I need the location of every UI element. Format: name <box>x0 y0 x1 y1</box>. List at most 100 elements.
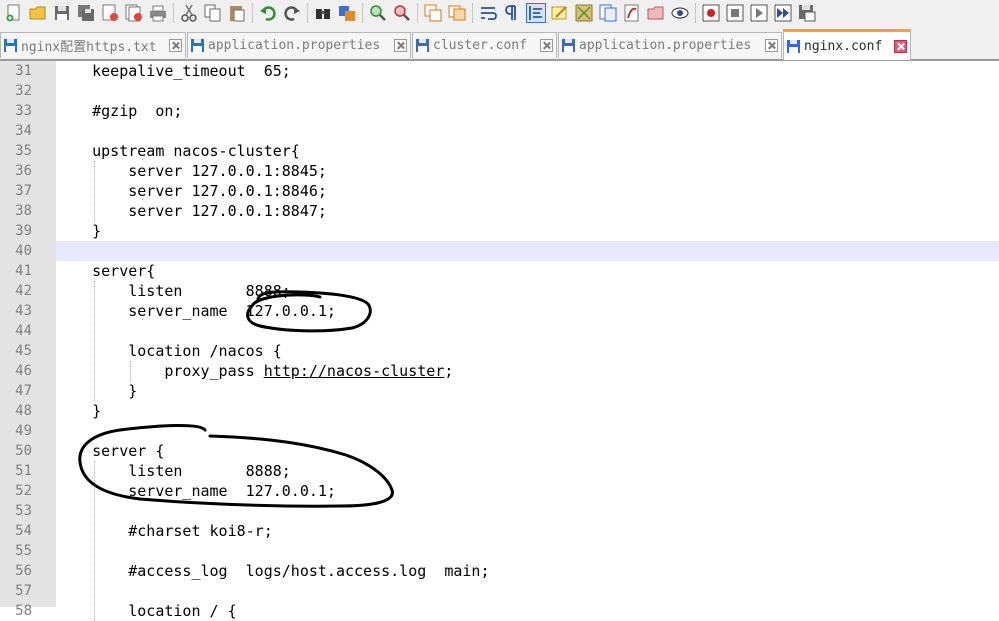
line-text[interactable]: server { <box>56 441 164 461</box>
line-text[interactable]: proxy_pass http://nacos-cluster; <box>56 361 453 381</box>
monitor-icon[interactable] <box>670 3 690 23</box>
line-text[interactable]: keepalive_timeout 65; <box>56 61 291 81</box>
line-text[interactable]: location / { <box>56 601 236 621</box>
line-number: 38 <box>15 203 32 219</box>
close-tab-icon[interactable] <box>169 39 182 52</box>
sync-vertical-icon[interactable] <box>423 3 443 23</box>
line-text[interactable]: location /nacos { <box>56 341 282 361</box>
line-number: 40 <box>15 243 32 259</box>
close-all-icon[interactable] <box>124 3 144 23</box>
close-tab-icon[interactable] <box>540 39 553 52</box>
line-text[interactable]: #access_log logs/host.access.log main; <box>56 561 489 581</box>
line-text[interactable]: listen 8888; <box>56 461 291 481</box>
code-line[interactable]: 40 <box>0 241 999 261</box>
code-line[interactable]: 46 proxy_pass http://nacos-cluster; <box>0 361 999 381</box>
code-editor[interactable]: 31 keepalive_timeout 65; 32 33 #gzip on; 34… <box>0 61 999 621</box>
redo-icon[interactable] <box>282 3 302 23</box>
code-line[interactable]: 44 <box>0 321 999 341</box>
open-file-icon[interactable] <box>28 3 48 23</box>
code-line[interactable]: 31 keepalive_timeout 65; <box>0 61 999 81</box>
code-line[interactable]: 53 <box>0 501 999 521</box>
save-macro-icon[interactable] <box>797 3 817 23</box>
code-line[interactable]: 47 } <box>0 381 999 401</box>
code-line[interactable]: 48 } <box>0 401 999 421</box>
code-line[interactable]: 56 #access_log logs/host.access.log main… <box>0 561 999 581</box>
line-text[interactable]: listen 8888; <box>56 281 291 301</box>
code-line[interactable]: 35 upstream nacos-cluster{ <box>0 141 999 161</box>
line-number: 49 <box>15 423 32 439</box>
code-line[interactable]: 38 server 127.0.0.1:8847; <box>0 201 999 221</box>
code-line[interactable]: 37 server 127.0.0.1:8846; <box>0 181 999 201</box>
code-line[interactable]: 58 location / { <box>0 601 999 621</box>
code-line[interactable]: 39 } <box>0 221 999 241</box>
word-wrap-icon[interactable] <box>478 3 498 23</box>
record-macro-icon[interactable] <box>701 3 721 23</box>
code-line[interactable]: 55 <box>0 541 999 561</box>
undo-icon[interactable] <box>258 3 278 23</box>
folder-workspace-icon[interactable] <box>622 3 642 23</box>
zoom-in-icon[interactable] <box>368 3 388 23</box>
code-line[interactable]: 54 #charset koi8-r; <box>0 521 999 541</box>
tab-label: application.properties <box>579 38 752 53</box>
paste-icon[interactable] <box>227 3 247 23</box>
code-line[interactable]: 52 server_name 127.0.0.1; <box>0 481 999 501</box>
play-macro-icon[interactable] <box>749 3 769 23</box>
line-text[interactable]: server 127.0.0.1:8845; <box>56 161 327 181</box>
code-line[interactable]: 42 listen 8888; <box>0 281 999 301</box>
close-tab-icon[interactable] <box>394 39 407 52</box>
line-text[interactable]: } <box>56 401 101 421</box>
line-text[interactable]: #charset koi8-r; <box>56 521 273 541</box>
code-line[interactable]: 51 listen 8888; <box>0 461 999 481</box>
code-line[interactable]: 41 server{ <box>0 261 999 281</box>
copy-icon[interactable] <box>203 3 223 23</box>
code-line[interactable]: 49 <box>0 421 999 441</box>
code-line[interactable]: 34 <box>0 121 999 141</box>
find-icon[interactable] <box>313 3 333 23</box>
save-all-icon[interactable] <box>76 3 96 23</box>
tab-application-properties-1[interactable]: application.properties <box>187 32 411 58</box>
project-panel-icon[interactable] <box>646 3 666 23</box>
url-link[interactable]: http://nacos-cluster <box>264 362 445 380</box>
line-text[interactable]: server 127.0.0.1:8846; <box>56 181 327 201</box>
show-all-chars-icon[interactable] <box>502 3 522 23</box>
code-line[interactable]: 57 <box>0 581 999 601</box>
line-text[interactable]: } <box>56 381 137 401</box>
tab-cluster-conf[interactable]: cluster.conf <box>412 32 557 58</box>
run-macro-multiple-icon[interactable] <box>773 3 793 23</box>
zoom-out-icon[interactable] <box>392 3 412 23</box>
code-line[interactable]: 32 <box>0 81 999 101</box>
cut-icon[interactable] <box>179 3 199 23</box>
tab-application-properties-2[interactable]: application.properties <box>558 32 782 58</box>
code-line[interactable]: 50 server { <box>0 441 999 461</box>
code-line[interactable]: 43 server_name 127.0.0.1; <box>0 301 999 321</box>
close-tab-icon[interactable] <box>765 39 778 52</box>
code-line[interactable]: 36 server 127.0.0.1:8845; <box>0 161 999 181</box>
line-number: 33 <box>15 103 32 119</box>
code-line[interactable]: 45 location /nacos { <box>0 341 999 361</box>
line-number: 36 <box>15 163 32 179</box>
line-text[interactable]: upstream nacos-cluster{ <box>56 141 300 161</box>
close-icon[interactable] <box>100 3 120 23</box>
line-text[interactable]: server_name 127.0.0.1; <box>56 301 336 321</box>
sync-horizontal-icon[interactable] <box>447 3 467 23</box>
save-icon[interactable] <box>52 3 72 23</box>
user-language-icon[interactable] <box>550 3 570 23</box>
tab-nginx-https-txt[interactable]: nginx配置https.txt <box>0 32 186 58</box>
tab-nginx-conf[interactable]: nginx.conf <box>783 29 911 60</box>
line-number: 39 <box>15 223 32 239</box>
stop-record-icon[interactable] <box>725 3 745 23</box>
line-text[interactable]: server{ <box>56 261 155 281</box>
print-icon[interactable] <box>148 3 168 23</box>
function-list-icon[interactable] <box>598 3 618 23</box>
line-text[interactable]: server 127.0.0.1:8847; <box>56 201 327 221</box>
close-tab-icon[interactable] <box>894 39 907 53</box>
line-text[interactable]: #gzip on; <box>56 101 182 121</box>
replace-icon[interactable] <box>337 3 357 23</box>
line-text[interactable]: server_name 127.0.0.1; <box>56 481 336 501</box>
indent-guide <box>94 461 95 621</box>
new-file-icon[interactable] <box>4 3 24 23</box>
doc-map-icon[interactable] <box>574 3 594 23</box>
code-line[interactable]: 33 #gzip on; <box>0 101 999 121</box>
line-text[interactable]: } <box>56 221 101 241</box>
indent-guide-icon[interactable] <box>526 3 546 23</box>
